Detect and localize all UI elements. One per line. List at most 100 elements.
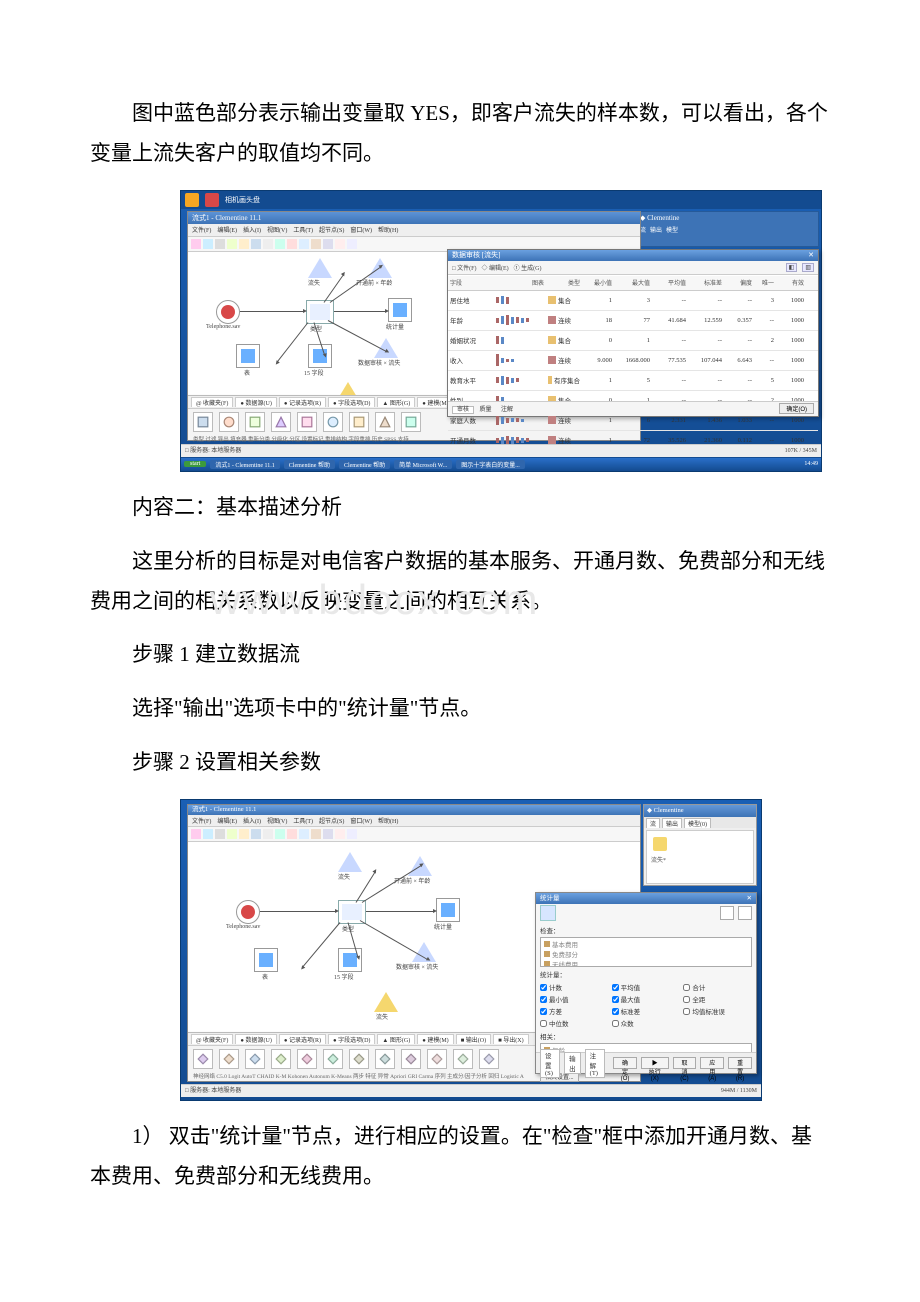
side-tab[interactable]: 模型 xyxy=(666,225,678,234)
taskbar-item[interactable]: 简单 Microsoft W... xyxy=(394,460,452,469)
stat-checkbox[interactable]: 合计 xyxy=(683,982,752,992)
run-button[interactable]: ▶ 执行(X) xyxy=(641,1057,668,1069)
menubar[interactable]: 文件(F) 编辑(E) 插入(I) 视图(V) 工具(T) 超节点(S) 窗口(… xyxy=(188,224,640,237)
side-tabs[interactable]: 流 输出 模型(0) xyxy=(644,817,756,828)
palette-node-icon[interactable] xyxy=(193,1049,213,1069)
palette-node-icon[interactable] xyxy=(245,412,265,432)
taskbar-item[interactable]: 流式1 - Clementine 11.1 xyxy=(210,460,279,469)
audit-menu-item[interactable]: ① 生成(G) xyxy=(514,263,542,272)
toolbar-icon[interactable]: ▥ xyxy=(802,263,814,272)
ok-button[interactable]: 确定(O) xyxy=(779,403,814,414)
menu-item[interactable]: 帮助(H) xyxy=(378,816,398,825)
dialog-tab[interactable]: 设置(S) xyxy=(540,1049,560,1078)
menu-item[interactable]: 视图(V) xyxy=(267,225,287,234)
list-item[interactable]: 无线费用 xyxy=(544,959,748,967)
table-node-icon[interactable] xyxy=(254,948,278,972)
audit-menu-item[interactable]: □ 文件(F) xyxy=(452,263,476,272)
menu-item[interactable]: 编辑(E) xyxy=(217,816,237,825)
palette-tab[interactable]: ▲ 图形(G) xyxy=(377,397,415,407)
taskbar-item[interactable]: 图示十字表白的变量... xyxy=(456,460,525,469)
stat-node-icon[interactable] xyxy=(388,298,412,322)
toolbar-icon[interactable]: ◧ xyxy=(786,263,798,272)
palette-node-icon[interactable] xyxy=(297,412,317,432)
dist-node-icon[interactable] xyxy=(338,852,362,872)
menu-item[interactable]: 视图(V) xyxy=(267,816,287,825)
statistics-dialog[interactable]: 统计量 ✕ 检查： 基本费用 免费部分 无线费用 统计量： xyxy=(535,892,757,1074)
side-tab[interactable]: 输出 xyxy=(662,818,682,828)
cancel-button[interactable]: 取消(C) xyxy=(673,1057,697,1069)
table-node-icon[interactable] xyxy=(236,344,260,368)
reset-button[interactable]: 重置(R) xyxy=(728,1057,752,1069)
close-icon[interactable]: ✕ xyxy=(747,893,752,904)
menu-item[interactable]: 工具(T) xyxy=(293,225,313,234)
stat-node-icon[interactable] xyxy=(436,898,460,922)
palette-node-icon[interactable] xyxy=(427,1049,447,1069)
source-node-icon[interactable] xyxy=(236,900,260,924)
dialog-tool-icon[interactable] xyxy=(738,906,752,920)
palette-node-icon[interactable] xyxy=(271,1049,291,1069)
palette-node-icon[interactable] xyxy=(323,1049,343,1069)
palette-tab[interactable]: ● 建模(M) xyxy=(417,1034,453,1044)
stat-checkbox[interactable]: 平均值 xyxy=(612,982,681,992)
stat-checkbox[interactable]: 众数 xyxy=(612,1018,681,1028)
menubar[interactable]: 文件(F) 编辑(E) 插入(I) 视图(V) 工具(T) 超节点(S) 窗口(… xyxy=(188,815,640,827)
palette-node-icon[interactable] xyxy=(349,1049,369,1069)
menu-item[interactable]: 文件(F) xyxy=(192,225,211,234)
stat-checkbox[interactable]: 均值标准误 xyxy=(683,1006,752,1016)
audit-tab[interactable]: 注解 xyxy=(497,407,517,413)
fields-node-icon[interactable] xyxy=(308,344,332,368)
stat-checkbox[interactable]: 计数 xyxy=(540,982,609,992)
taskbar-item[interactable]: Clementine 帮助 xyxy=(284,460,335,469)
palette-node-icon[interactable] xyxy=(479,1049,499,1069)
start-button[interactable]: start xyxy=(184,461,206,467)
palette-tab[interactable]: ● 数据源(U) xyxy=(235,397,276,407)
taskbar-item[interactable]: Clementine 帮助 xyxy=(339,460,390,469)
palette-tab[interactable]: ● 记录选项(R) xyxy=(279,1034,326,1044)
dist-node-icon[interactable] xyxy=(308,258,332,278)
menu-item[interactable]: 插入(I) xyxy=(243,225,261,234)
menu-item[interactable]: 工具(T) xyxy=(293,816,313,825)
dialog-tab[interactable]: 输出 xyxy=(564,1052,581,1074)
stat-checkbox[interactable]: 中位数 xyxy=(540,1018,609,1028)
data-audit-window[interactable]: 数据审核 [流失] ✕ □ 文件(F) ◇ 编辑(E) ① 生成(G) ◧ ▥ … xyxy=(447,249,819,417)
palette-tab[interactable]: @ 收藏夹(F) xyxy=(191,397,233,407)
palette-tab[interactable]: ● 数据源(U) xyxy=(235,1034,276,1044)
menu-item[interactable]: 超节点(S) xyxy=(319,816,344,825)
palette-node-icon[interactable] xyxy=(245,1049,265,1069)
audit-toolbar[interactable]: □ 文件(F) ◇ 编辑(E) ① 生成(G) ◧ ▥ xyxy=(448,261,818,275)
apply-button[interactable]: 应用(A) xyxy=(700,1057,724,1069)
side-tab[interactable]: 输出 xyxy=(650,225,662,234)
menu-item[interactable]: 帮助(H) xyxy=(378,225,398,234)
palette-tab[interactable]: ■ 输出(O) xyxy=(456,1034,491,1044)
dialog-tab[interactable]: 注解(T) xyxy=(585,1049,605,1078)
palette-node-icon[interactable] xyxy=(375,1049,395,1069)
palette-tab[interactable]: ▲ 图形(G) xyxy=(377,1034,415,1044)
palette-node-icon[interactable] xyxy=(349,412,369,432)
menu-item[interactable]: 文件(F) xyxy=(192,816,211,825)
close-icon[interactable]: ✕ xyxy=(808,250,814,261)
dialog-tool-icon[interactable] xyxy=(720,906,734,920)
palette-tab[interactable]: ● 字段选项(D) xyxy=(328,397,375,407)
side-tab[interactable]: 流 xyxy=(646,818,660,828)
stat-checkbox[interactable]: 最小值 xyxy=(540,994,609,1004)
palette-node-icon[interactable] xyxy=(297,1049,317,1069)
model-nugget-icon[interactable] xyxy=(653,837,667,851)
palette-node-icon[interactable] xyxy=(219,412,239,432)
palette-tab[interactable]: ● 记录选项(R) xyxy=(279,397,326,407)
stat-checkbox[interactable]: 最大值 xyxy=(612,994,681,1004)
ok-button[interactable]: 确定(O) xyxy=(613,1057,637,1069)
stat-checkbox[interactable]: 全距 xyxy=(683,994,752,1004)
palette-node-icon[interactable] xyxy=(453,1049,473,1069)
examine-listbox[interactable]: 基本费用 免费部分 无线费用 xyxy=(540,937,752,967)
palette-tab[interactable]: ● 字段选项(D) xyxy=(328,1034,375,1044)
stat-checkbox[interactable]: 方差 xyxy=(540,1006,609,1016)
menu-item[interactable]: 编辑(E) xyxy=(217,225,237,234)
audit-tab[interactable]: 质量 xyxy=(476,407,496,413)
side-tab[interactable]: 模型(0) xyxy=(684,818,711,828)
output-node-icon[interactable] xyxy=(374,992,398,1012)
palette-node-icon[interactable] xyxy=(193,412,213,432)
audit-menu-item[interactable]: ◇ 编辑(E) xyxy=(481,263,508,272)
palette-node-icon[interactable] xyxy=(375,412,395,432)
menu-item[interactable]: 窗口(W) xyxy=(350,225,372,234)
list-item[interactable]: 免费部分 xyxy=(544,949,748,959)
